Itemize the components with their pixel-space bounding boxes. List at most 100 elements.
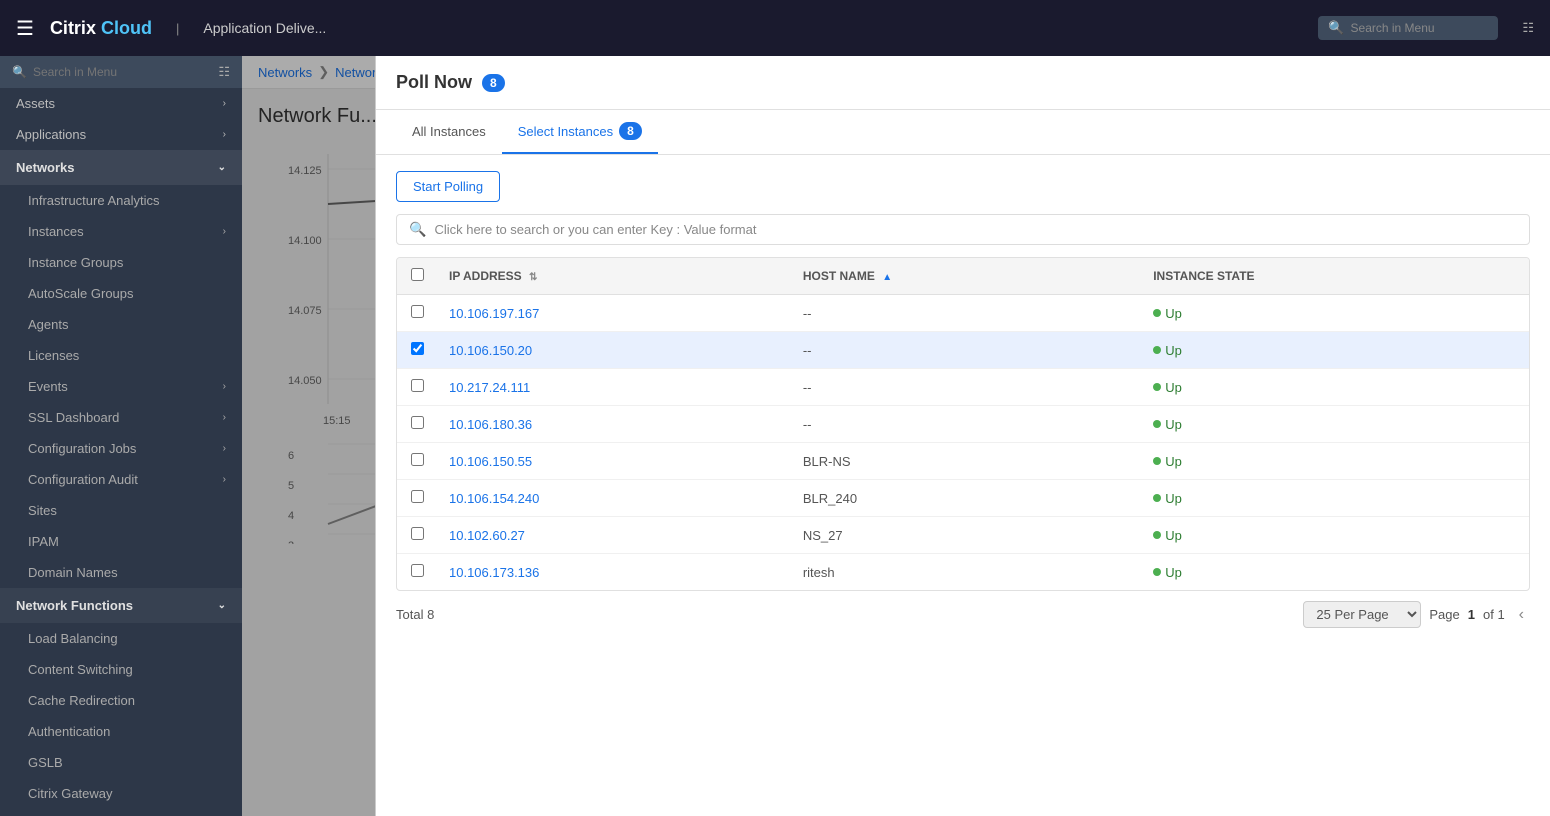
sidebar-item-autoscale-groups[interactable]: AutoScale Groups bbox=[0, 278, 242, 309]
sidebar-item-network-functions[interactable]: Network Functions ⌄ bbox=[0, 588, 242, 623]
col-header-host-name[interactable]: HOST NAME ▲ bbox=[791, 258, 1141, 295]
table-row[interactable]: 10.106.173.136 ritesh Up bbox=[397, 554, 1529, 591]
row-checkbox[interactable] bbox=[411, 490, 424, 503]
row-checkbox-cell[interactable] bbox=[397, 406, 437, 443]
per-page-select[interactable]: 25 Per Page 50 Per Page 100 Per Page bbox=[1303, 601, 1421, 628]
status-up-indicator: Up bbox=[1153, 306, 1517, 321]
sidebar-item-licenses[interactable]: Licenses bbox=[0, 340, 242, 371]
row-checkbox-cell[interactable] bbox=[397, 295, 437, 332]
table-row[interactable]: 10.106.150.20 -- Up bbox=[397, 332, 1529, 369]
table-row[interactable]: 10.106.154.240 BLR_240 Up bbox=[397, 480, 1529, 517]
ip-address-link[interactable]: 10.106.180.36 bbox=[449, 417, 532, 432]
table-row[interactable]: 10.217.24.111 -- Up bbox=[397, 369, 1529, 406]
select-all-checkbox[interactable] bbox=[411, 268, 424, 281]
tab-select-instances[interactable]: Select Instances 8 bbox=[502, 110, 658, 154]
instance-search-input[interactable] bbox=[434, 222, 1517, 237]
sidebar: 🔍 ☷ Assets › Applications › Networks ⌄ I… bbox=[0, 56, 242, 816]
row-checkbox-cell[interactable] bbox=[397, 554, 437, 591]
total-count: Total 8 bbox=[396, 607, 434, 622]
content-area: Networks ❯ Network... Network Fu... 14.1… bbox=[242, 56, 1550, 816]
sidebar-label-load-balancing: Load Balancing bbox=[28, 631, 118, 646]
row-checkbox-cell[interactable] bbox=[397, 369, 437, 406]
hamburger-icon[interactable]: ☰ bbox=[16, 16, 34, 41]
sidebar-item-configuration-jobs[interactable]: Configuration Jobs › bbox=[0, 433, 242, 464]
top-search-bar[interactable]: 🔍 bbox=[1318, 16, 1498, 40]
sidebar-label-networks: Networks bbox=[16, 160, 75, 175]
table-row[interactable]: 10.106.197.167 -- Up bbox=[397, 295, 1529, 332]
sidebar-search-icon: 🔍 bbox=[12, 65, 27, 79]
row-checkbox[interactable] bbox=[411, 305, 424, 318]
status-dot bbox=[1153, 457, 1161, 465]
sidebar-item-gslb[interactable]: GSLB bbox=[0, 747, 242, 778]
table-body: 10.106.197.167 -- Up 10.106.150.20 -- Up bbox=[397, 295, 1529, 591]
top-search-input[interactable] bbox=[1351, 21, 1471, 35]
prev-page-button[interactable]: ‹ bbox=[1513, 604, 1530, 626]
sidebar-label-ipam: IPAM bbox=[28, 534, 59, 549]
sidebar-label-configuration-audit: Configuration Audit bbox=[28, 472, 138, 487]
ip-address-link[interactable]: 10.102.60.27 bbox=[449, 528, 525, 543]
row-checkbox[interactable] bbox=[411, 342, 424, 355]
tab-all-instances[interactable]: All Instances bbox=[396, 110, 502, 154]
current-page-number: 1 bbox=[1468, 607, 1475, 622]
chevron-right-icon: › bbox=[223, 412, 226, 423]
modal-tabs: All Instances Select Instances 8 bbox=[376, 110, 1550, 155]
table-row[interactable]: 10.102.60.27 NS_27 Up bbox=[397, 517, 1529, 554]
sidebar-item-authentication[interactable]: Authentication bbox=[0, 716, 242, 747]
sidebar-item-haproxy[interactable]: HAProxy bbox=[0, 809, 242, 816]
row-checkbox[interactable] bbox=[411, 527, 424, 540]
sidebar-label-gslb: GSLB bbox=[28, 755, 63, 770]
table-row[interactable]: 10.106.180.36 -- Up bbox=[397, 406, 1529, 443]
row-checkbox[interactable] bbox=[411, 379, 424, 392]
top-nav-app-delivery: Application Delive... bbox=[203, 20, 326, 36]
row-state: Up bbox=[1141, 554, 1529, 591]
sidebar-item-networks[interactable]: Networks ⌄ bbox=[0, 150, 242, 185]
sidebar-item-applications[interactable]: Applications › bbox=[0, 119, 242, 150]
sidebar-item-instance-groups[interactable]: Instance Groups bbox=[0, 247, 242, 278]
sidebar-item-content-switching[interactable]: Content Switching bbox=[0, 654, 242, 685]
row-checkbox-cell[interactable] bbox=[397, 443, 437, 480]
sidebar-item-domain-names[interactable]: Domain Names bbox=[0, 557, 242, 588]
sidebar-item-ipam[interactable]: IPAM bbox=[0, 526, 242, 557]
row-checkbox-cell[interactable] bbox=[397, 332, 437, 369]
sidebar-item-instances[interactable]: Instances › bbox=[0, 216, 242, 247]
sidebar-search-input[interactable] bbox=[33, 65, 153, 79]
row-host: BLR_240 bbox=[791, 480, 1141, 517]
modal-badge: 8 bbox=[482, 74, 505, 92]
row-ip: 10.102.60.27 bbox=[437, 517, 791, 554]
row-host: BLR-NS bbox=[791, 443, 1141, 480]
ip-address-link[interactable]: 10.106.173.136 bbox=[449, 565, 539, 580]
grid-view-icon[interactable]: ☷ bbox=[218, 64, 230, 80]
sidebar-item-assets[interactable]: Assets › bbox=[0, 88, 242, 119]
status-dot bbox=[1153, 346, 1161, 354]
sidebar-item-citrix-gateway[interactable]: Citrix Gateway bbox=[0, 778, 242, 809]
sidebar-item-infrastructure-analytics[interactable]: Infrastructure Analytics bbox=[0, 185, 242, 216]
sidebar-label-infrastructure-analytics: Infrastructure Analytics bbox=[28, 193, 160, 208]
sidebar-item-configuration-audit[interactable]: Configuration Audit › bbox=[0, 464, 242, 495]
row-checkbox[interactable] bbox=[411, 564, 424, 577]
row-checkbox-cell[interactable] bbox=[397, 480, 437, 517]
instance-search-container[interactable]: 🔍 bbox=[396, 214, 1530, 245]
sidebar-item-sites[interactable]: Sites bbox=[0, 495, 242, 526]
ip-address-link[interactable]: 10.217.24.111 bbox=[449, 380, 530, 395]
sidebar-item-cache-redirection[interactable]: Cache Redirection bbox=[0, 685, 242, 716]
sidebar-label-instances: Instances bbox=[28, 224, 84, 239]
sidebar-item-agents[interactable]: Agents bbox=[0, 309, 242, 340]
table-row[interactable]: 10.106.150.55 BLR-NS Up bbox=[397, 443, 1529, 480]
sidebar-item-load-balancing[interactable]: Load Balancing bbox=[0, 623, 242, 654]
sidebar-label-autoscale-groups: AutoScale Groups bbox=[28, 286, 134, 301]
sidebar-label-instance-groups: Instance Groups bbox=[28, 255, 123, 270]
row-checkbox-cell[interactable] bbox=[397, 517, 437, 554]
ip-address-link[interactable]: 10.106.197.167 bbox=[449, 306, 539, 321]
sidebar-item-events[interactable]: Events › bbox=[0, 371, 242, 402]
grid-icon[interactable]: ☷ bbox=[1522, 20, 1534, 36]
row-host: -- bbox=[791, 295, 1141, 332]
ip-address-link[interactable]: 10.106.150.55 bbox=[449, 454, 532, 469]
start-polling-button[interactable]: Start Polling bbox=[396, 171, 500, 202]
row-checkbox[interactable] bbox=[411, 416, 424, 429]
row-checkbox[interactable] bbox=[411, 453, 424, 466]
col-header-ip-address[interactable]: IP ADDRESS ⇅ bbox=[437, 258, 791, 295]
ip-address-link[interactable]: 10.106.154.240 bbox=[449, 491, 539, 506]
sidebar-item-ssl-dashboard[interactable]: SSL Dashboard › bbox=[0, 402, 242, 433]
ip-address-link[interactable]: 10.106.150.20 bbox=[449, 343, 532, 358]
sidebar-label-configuration-jobs: Configuration Jobs bbox=[28, 441, 136, 456]
